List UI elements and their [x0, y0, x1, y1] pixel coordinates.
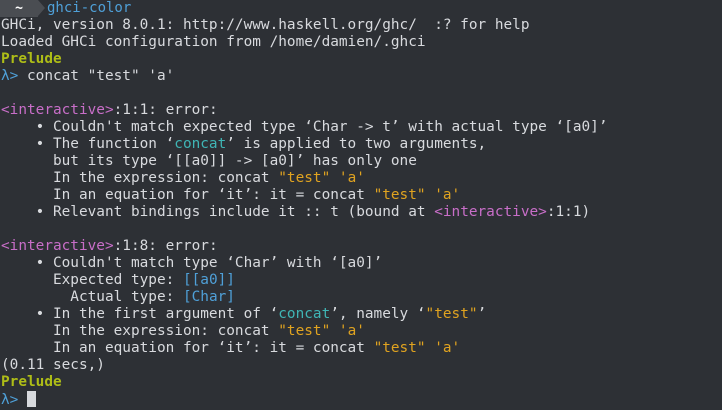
error-message-line: In an equation for ‘it’: it = concat "te… [1, 187, 461, 203]
module-prompt: Prelude [1, 374, 62, 390]
error-message-line: • Couldn't match expected type ‘Char -> … [1, 119, 608, 135]
error-message-line: • In the first argument of ‘concat’, nam… [1, 306, 487, 322]
tab-bar: ~ ghci-color [0, 0, 722, 17]
error-message-line: Expected type: [[a0]] [1, 272, 235, 288]
error-message-line: • Couldn't match type ‘Char’ with ‘[a0]’ [1, 255, 383, 271]
prompt-symbol: λ> [1, 392, 19, 408]
error-message-line: In an equation for ‘it’: it = concat "te… [1, 340, 461, 356]
error-location-tag: <interactive> [1, 238, 114, 254]
error-message-line: Actual type: [Char] [1, 289, 235, 305]
prompt-symbol: λ> [1, 68, 19, 84]
error-message-line: • The function ‘concat’ is applied to tw… [1, 136, 487, 152]
tab-separator-arrow [38, 0, 45, 16]
error-location-rest: :1:1: error: [113, 102, 218, 118]
tab-title[interactable]: ghci-color [47, 0, 131, 17]
error-location: <interactive>:1:8: error: [1, 238, 607, 255]
module-prompt: Prelude [1, 51, 62, 67]
terminal-output[interactable]: GHCi, version 8.0.1: http://www.haskell.… [1, 17, 607, 408]
command-input[interactable] [18, 392, 27, 408]
error-message-line: In the expression: concat "test" 'a' [1, 323, 365, 339]
error-location-tag: <interactive> [1, 102, 114, 118]
ghci-banner: GHCi, version 8.0.1: http://www.haskell.… [1, 17, 530, 33]
error-location: <interactive>:1:1: error: [1, 102, 607, 119]
text-cursor [27, 391, 36, 407]
error-message-line: In the expression: concat "test" 'a' [1, 170, 365, 186]
config-loaded-line: Loaded GHCi configuration from /home/dam… [1, 34, 426, 50]
timing-line: (0.11 secs,) [1, 357, 105, 373]
error-message-line: but its type ‘[[a0]] -> [a0]’ has only o… [1, 153, 417, 169]
command-line: λ> concat "test" 'a' [1, 68, 607, 85]
error-location-rest: :1:8: error: [113, 238, 218, 254]
error-message-line: • Relevant bindings include it :: t (bou… [1, 204, 591, 220]
tab-home[interactable]: ~ [0, 0, 38, 17]
input-line[interactable]: λ> [1, 391, 607, 408]
command-text: concat "test" 'a' [18, 68, 175, 84]
